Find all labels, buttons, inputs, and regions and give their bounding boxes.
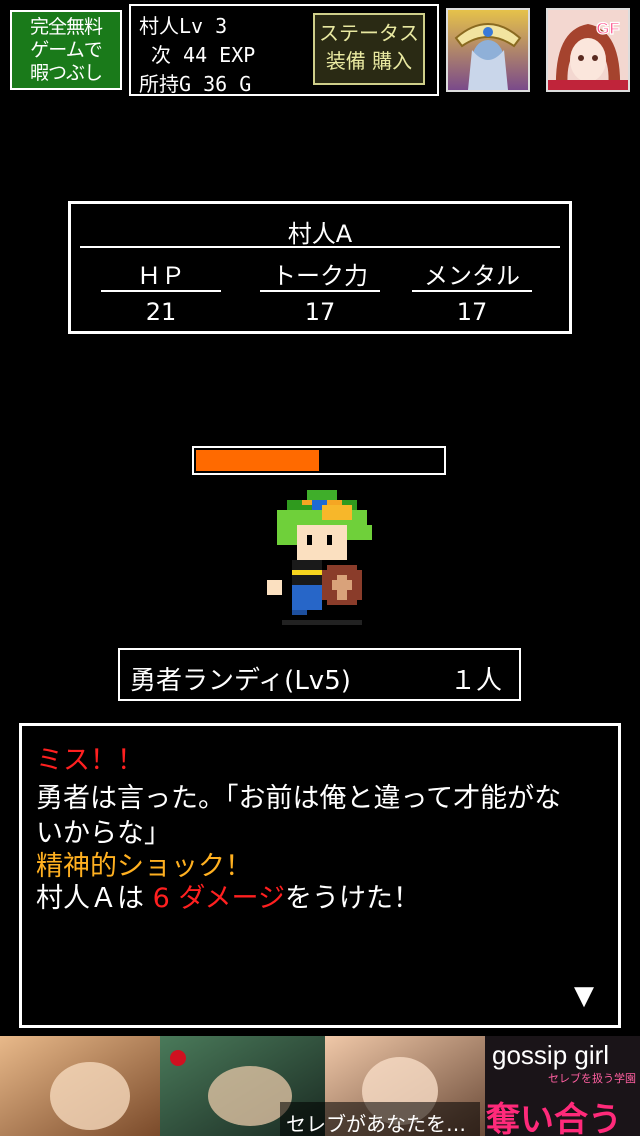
message-hero-says: 勇者は言った。「お前は俺と違って才能がな	[36, 783, 562, 814]
free-game-line1: 完全無料	[29, 16, 103, 38]
battle-message-box[interactable]: ミス！！ 勇者は言った。「お前は俺と違って才能がな いからな」 精神的ショック！…	[19, 723, 621, 1028]
hero-pixel-sprite	[267, 490, 372, 625]
enemy-stats-panel: 村人A ＨＰ 21 トーク力 17 メンタル 17	[68, 201, 572, 334]
free-game-button[interactable]: 完全無料 ゲームで 暇つぶし	[10, 10, 122, 90]
enemy-name: 村人A	[287, 220, 353, 248]
hero-hp-fill	[196, 450, 319, 471]
girl-portrait-icon: GF	[548, 10, 628, 90]
message-miss: ミス！！	[36, 745, 144, 776]
stat-divider-mental	[412, 290, 532, 292]
ad-tagline: セレブを扱う学園	[548, 1072, 636, 1085]
stat-value-talk: 17	[304, 298, 336, 326]
stat-value-mental: 17	[456, 298, 488, 326]
hero-sprite[interactable]	[262, 490, 382, 630]
hero-hp-bar	[192, 446, 446, 475]
gf-badge: GF	[596, 19, 620, 38]
enemy-name-divider	[80, 246, 560, 248]
free-game-line3: 暇つぶし	[29, 62, 103, 84]
ad-text-celeb: セレブがあなたを…	[286, 1112, 466, 1136]
promo-app-icon-girlfriend[interactable]: GF	[546, 8, 630, 92]
ad-text-compete: 奪い合う	[486, 1100, 622, 1136]
free-game-line2: ゲームで	[30, 39, 102, 61]
promo-app-icon-warrior[interactable]	[446, 8, 530, 92]
hero-name: 勇者ランディ(Lv5)	[130, 666, 351, 696]
ad-brand: gossip girl	[492, 1040, 610, 1070]
warrior-icon	[448, 10, 528, 90]
next-arrow-icon[interactable]: ▼	[574, 981, 594, 1011]
status-button-line2: 装備 購入	[325, 49, 413, 73]
hero-count: １人	[450, 666, 503, 696]
stat-divider-talk	[260, 290, 380, 292]
player-gold: 所持G 36 G	[139, 72, 252, 96]
message-damage-suffix: をうけた！	[285, 883, 421, 914]
player-next-exp: 次 44 EXP	[151, 43, 256, 67]
stat-label-talk: トーク力	[272, 262, 368, 290]
message-damage-amount: 6 ダメージ	[152, 883, 286, 914]
stat-value-hp: 21	[145, 298, 177, 326]
hero-name-panel: 勇者ランディ(Lv5) １人	[118, 648, 521, 701]
message-damage-target: 村人Ａは	[36, 883, 153, 914]
status-shop-button[interactable]: ステータス 装備 購入	[313, 13, 425, 85]
stat-divider-hp	[101, 290, 221, 292]
message-damage: 村人Ａは 6 ダメージをうけた！	[36, 876, 420, 915]
stat-label-mental: メンタル	[424, 262, 520, 290]
ad-banner[interactable]: gossip girl セレブを扱う学園 セレブがあなたを… 奪い合う	[0, 1036, 640, 1136]
stat-label-hp: ＨＰ	[137, 262, 185, 290]
player-level: 村人Lv 3	[139, 14, 228, 38]
status-button-line1: ステータス	[319, 21, 419, 45]
